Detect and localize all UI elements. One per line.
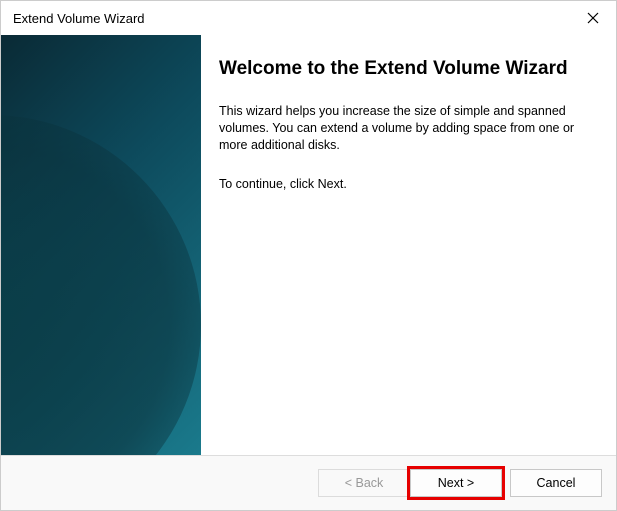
close-button[interactable] [570,1,616,35]
wizard-main-panel: Welcome to the Extend Volume Wizard This… [201,35,616,455]
back-next-group: < Back Next > [318,469,502,497]
window-title: Extend Volume Wizard [13,11,145,26]
button-bar: < Back Next > Cancel [1,455,616,510]
titlebar: Extend Volume Wizard [1,1,616,35]
next-button[interactable]: Next > [410,469,502,497]
content-area: Welcome to the Extend Volume Wizard This… [1,35,616,455]
close-icon [587,12,599,24]
cancel-button[interactable]: Cancel [510,469,602,497]
wizard-continue-text: To continue, click Next. [219,177,586,191]
back-button: < Back [318,469,410,497]
wizard-side-graphic [1,35,201,455]
wizard-body-text: This wizard helps you increase the size … [219,103,586,154]
wizard-heading: Welcome to the Extend Volume Wizard [219,57,586,81]
wizard-window: Extend Volume Wizard Welcome to the Exte… [0,0,617,511]
